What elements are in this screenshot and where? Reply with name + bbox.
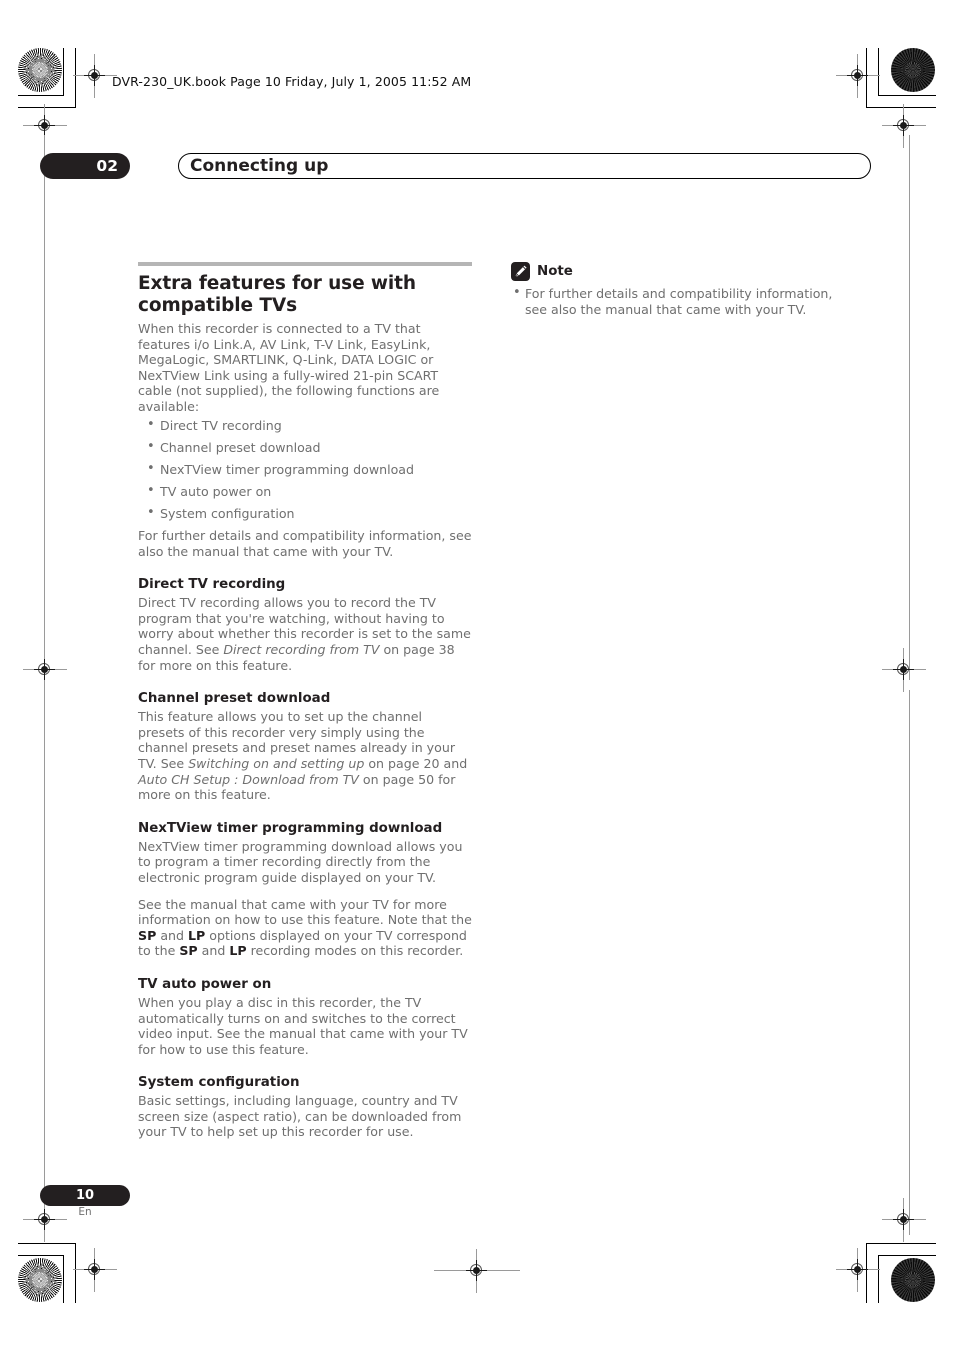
- cross-reference: Direct recording from TV: [223, 642, 380, 657]
- section-heading-direct-tv-recording: Direct TV recording: [138, 577, 286, 593]
- crop-line: [63, 1255, 64, 1303]
- page-guide-line-right: [909, 135, 910, 680]
- crop-line: [878, 48, 879, 96]
- registration-mark-lower-right: [882, 1198, 926, 1242]
- crop-line: [18, 1243, 76, 1244]
- intro-paragraph: When this recorder is connected to a TV …: [138, 321, 440, 414]
- note-label: Note: [537, 263, 573, 279]
- chapter-title-text: Connecting up: [190, 156, 329, 176]
- crop-line: [18, 1255, 64, 1256]
- crop-line: [878, 1255, 936, 1256]
- mode-label-sp: SP: [179, 943, 198, 959]
- section-body-direct-tv-recording: Direct TV recording allows you to record…: [138, 595, 472, 673]
- section-body-tv-auto-power-on: When you play a disc in this recorder, t…: [138, 994, 468, 1057]
- text-run: See the manual that came with your TV fo…: [138, 896, 472, 928]
- registration-mark-upper-right: [882, 104, 926, 148]
- registration-mark-bottom-right: [836, 1248, 880, 1292]
- crop-line: [75, 48, 76, 108]
- registration-rosette-bottom-right: [891, 1258, 935, 1302]
- crop-line: [75, 1243, 76, 1303]
- section-heading-tv-auto-power-on: TV auto power on: [138, 976, 272, 992]
- registration-mark-upper-left: [23, 104, 67, 148]
- text-run: and: [156, 927, 189, 943]
- mode-label-sp: SP: [138, 927, 157, 943]
- list-item: NexTView timer programming download: [138, 461, 472, 478]
- mode-label-lp: LP: [188, 927, 206, 943]
- list-item: Channel preset download: [138, 439, 472, 456]
- text-run: recording modes on this recorder.: [246, 943, 464, 959]
- page-language-code: En: [78, 1206, 92, 1218]
- section-rule: [138, 262, 472, 266]
- crop-line: [63, 48, 64, 96]
- crop-line: [18, 107, 76, 108]
- list-item: For further details and compatibility in…: [511, 285, 845, 317]
- intro-closing-paragraph: For further details and compatibility in…: [138, 528, 472, 559]
- registration-mark-bottom-center: [434, 1249, 520, 1293]
- page-guide-line-right-lower: [909, 690, 910, 1235]
- right-column: Note For further details and compatibili…: [511, 262, 845, 317]
- cross-reference: Switching on and setting up: [188, 755, 365, 771]
- registration-mark-mid-left: [23, 648, 67, 692]
- page-number-badge: 10: [40, 1185, 130, 1206]
- chapter-number-badge: 02: [40, 153, 130, 179]
- text-run: on page 20 and: [364, 755, 468, 771]
- section-body-channel-preset-download: This feature allows you to set up the ch…: [138, 709, 472, 803]
- section-body-nextview-paragraph-1: NexTView timer programming download allo…: [138, 838, 463, 885]
- registration-rosette-top-right: [891, 48, 935, 92]
- book-file-header: DVR-230_UK.book Page 10 Friday, July 1, …: [112, 74, 472, 89]
- section-body-system-configuration: Basic settings, including language, coun…: [138, 1093, 462, 1140]
- crop-line: [866, 107, 936, 108]
- page-guide-line-left-lower: [44, 690, 45, 1235]
- crop-line: [878, 1255, 879, 1303]
- pencil-note-icon: [511, 262, 530, 281]
- note-header: Note: [511, 262, 845, 281]
- manual-page: DVR-230_UK.book Page 10 Friday, July 1, …: [0, 0, 954, 1351]
- list-item: TV auto power on: [138, 483, 472, 500]
- left-column: Extra features for use with compatible T…: [138, 262, 472, 1140]
- crop-line: [878, 95, 936, 96]
- section-body-nextview-paragraph-2: See the manual that came with your TV fo…: [138, 897, 472, 959]
- mode-label-lp: LP: [229, 943, 247, 959]
- list-item: System configuration: [138, 505, 472, 522]
- page-guide-line-left: [44, 135, 45, 680]
- list-item: Direct TV recording: [138, 417, 472, 434]
- section-heading-system-configuration: System configuration: [138, 1075, 300, 1091]
- crop-line: [866, 1243, 936, 1244]
- cross-reference: Auto CH Setup : Download from TV: [138, 771, 359, 787]
- section-heading-nextview-timer-programming-download: NexTView timer programming download: [138, 820, 443, 836]
- crop-line: [18, 95, 64, 96]
- registration-mark-bottom-left: [73, 1248, 117, 1292]
- registration-mark-mid-right: [882, 648, 926, 692]
- registration-rosette-top-left: [18, 48, 62, 92]
- registration-mark-top-left: [73, 54, 117, 98]
- text-run: and: [197, 943, 230, 959]
- registration-mark-top-right: [836, 54, 880, 98]
- page-title: Extra features for use with compatible T…: [138, 273, 416, 316]
- note-list: For further details and compatibility in…: [511, 285, 845, 317]
- registration-rosette-bottom-left: [18, 1258, 62, 1302]
- section-heading-channel-preset-download: Channel preset download: [138, 691, 331, 707]
- feature-list: Direct TV recording Channel preset downl…: [138, 417, 472, 522]
